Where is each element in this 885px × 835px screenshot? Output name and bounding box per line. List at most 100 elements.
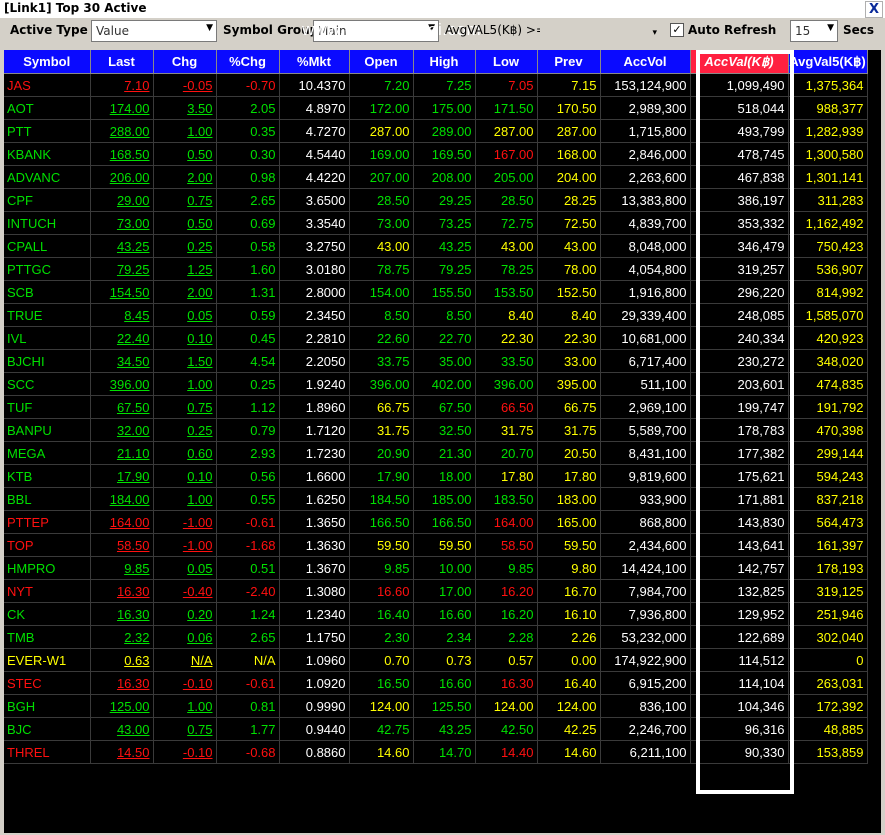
table-row[interactable]: INTUCH 73.00 0.50 0.69 3.3540 73.00 73.25 72.75… (4, 211, 868, 235)
last-cell[interactable]: 43.00 (90, 717, 154, 741)
last-cell[interactable]: 34.50 (90, 349, 154, 373)
last-cell[interactable]: 22.40 (90, 326, 154, 350)
table-row[interactable]: BGH 125.00 1.00 0.81 0.9990 124.00 125.50 124.0… (4, 694, 868, 718)
col-header-symbol[interactable]: Symbol (4, 50, 91, 74)
last-cell[interactable]: 154.50 (90, 280, 154, 304)
table-row[interactable]: EVER-W1 0.63 N/A N/A 1.0960 0.70 0.73 0.57 0.00 1… (4, 648, 868, 672)
last-cell[interactable]: 17.90 (90, 464, 154, 488)
table-row[interactable]: ADVANC 206.00 2.00 0.98 4.4220 207.00 208.00 20… (4, 165, 868, 189)
chg-cell[interactable]: 3.50 (153, 96, 217, 120)
col-header-pct-mkt[interactable]: %Mkt (279, 50, 350, 74)
table-row[interactable]: BJC 43.00 0.75 1.77 0.9440 42.75 43.25 42.50 42.… (4, 717, 868, 741)
table-row[interactable]: IVL 22.40 0.10 0.45 2.2810 22.60 22.70 22.30 22.… (4, 326, 868, 350)
table-row[interactable]: HMPRO 9.85 0.05 0.51 1.3670 9.85 10.00 9.85 9.80… (4, 556, 868, 580)
last-cell[interactable]: 73.00 (90, 211, 154, 235)
chg-cell[interactable]: 0.75 (153, 717, 217, 741)
table-row[interactable]: JAS 7.10 -0.05 -0.70 10.4370 7.20 7.25 7.05 7.15… (4, 73, 868, 97)
table-row[interactable]: KTB 17.90 0.10 0.56 1.6600 17.90 18.00 17.80 17.… (4, 464, 868, 488)
table-row[interactable]: KBANK 168.50 0.50 0.30 4.5440 169.00 169.50 167… (4, 142, 868, 166)
table-row[interactable]: CK 16.30 0.20 1.24 1.2340 16.40 16.60 16.20 16.1… (4, 602, 868, 626)
col-header-last[interactable]: Last (90, 50, 154, 74)
chg-cell[interactable]: -0.10 (153, 740, 217, 764)
chg-cell[interactable]: 0.10 (153, 326, 217, 350)
chg-cell[interactable]: 0.25 (153, 234, 217, 258)
chg-cell[interactable]: 0.05 (153, 556, 217, 580)
chg-cell[interactable]: -0.40 (153, 579, 217, 603)
table-row[interactable]: MEGA 21.10 0.60 2.93 1.7230 20.90 21.30 20.70 20… (4, 441, 868, 465)
table-row[interactable]: THREL 14.50 -0.10 -0.68 0.8860 14.60 14.70 14.4… (4, 740, 868, 764)
close-button[interactable]: X (865, 1, 883, 18)
col-header-accval-sorted[interactable]: AccVal(K฿) (690, 50, 789, 74)
last-cell[interactable]: 7.10 (90, 73, 154, 97)
avgval-filter-input[interactable]: ▾ (540, 20, 660, 40)
chg-cell[interactable]: 1.50 (153, 349, 217, 373)
chg-cell[interactable]: 0.50 (153, 142, 217, 166)
last-cell[interactable]: 29.00 (90, 188, 154, 212)
chg-cell[interactable]: 0.50 (153, 211, 217, 235)
last-cell[interactable]: 16.30 (90, 602, 154, 626)
chg-cell[interactable]: 0.60 (153, 441, 217, 465)
table-row[interactable]: CPALL 43.25 0.25 0.58 3.2750 43.00 43.25 43.00 4… (4, 234, 868, 258)
table-row[interactable]: CPF 29.00 0.75 2.65 3.6500 28.50 29.25 28.50 28.… (4, 188, 868, 212)
table-row[interactable]: TMB 2.32 0.06 2.65 1.1750 2.30 2.34 2.28 2.26 53,… (4, 625, 868, 649)
chg-cell[interactable]: 0.05 (153, 303, 217, 327)
last-cell[interactable]: 0.63 (90, 648, 154, 672)
table-row[interactable]: BANPU 32.00 0.25 0.79 1.7120 31.75 32.50 31.75 3… (4, 418, 868, 442)
chg-cell[interactable]: 2.00 (153, 280, 217, 304)
table-row[interactable]: PTT 288.00 1.00 0.35 4.7270 287.00 289.00 287.0… (4, 119, 868, 143)
refresh-interval-select[interactable]: 15 ▼ (790, 20, 838, 42)
table-row[interactable]: SCC 396.00 1.00 0.25 1.9240 396.00 402.00 396.0… (4, 372, 868, 396)
col-header-chg[interactable]: Chg (153, 50, 217, 74)
last-cell[interactable]: 43.25 (90, 234, 154, 258)
chg-cell[interactable]: 1.25 (153, 257, 217, 281)
col-header-accvol[interactable]: AccVol (600, 50, 691, 74)
table-row[interactable]: PTTEP 164.00 -1.00 -0.61 1.3650 166.50 166.50 1… (4, 510, 868, 534)
active-type-select[interactable]: Value ▼ (91, 20, 217, 42)
last-cell[interactable]: 21.10 (90, 441, 154, 465)
table-row[interactable]: PTTGC 79.25 1.25 1.60 3.0180 78.75 79.25 78.25 7… (4, 257, 868, 281)
chg-cell[interactable]: 2.00 (153, 165, 217, 189)
table-row[interactable]: TOP 58.50 -1.00 -1.68 1.3630 59.50 59.50 58.50 5… (4, 533, 868, 557)
col-header-pct-chg[interactable]: %Chg (216, 50, 280, 74)
last-cell[interactable]: 58.50 (90, 533, 154, 557)
chg-cell[interactable]: 1.00 (153, 487, 217, 511)
last-cell[interactable]: 396.00 (90, 372, 154, 396)
col-header-low[interactable]: Low (475, 50, 538, 74)
last-cell[interactable]: 184.00 (90, 487, 154, 511)
col-header-prev[interactable]: Prev (537, 50, 601, 74)
chg-cell[interactable]: 0.06 (153, 625, 217, 649)
chg-cell[interactable]: -0.05 (153, 73, 217, 97)
table-row[interactable]: TUF 67.50 0.75 1.12 1.8960 66.75 67.50 66.50 66.… (4, 395, 868, 419)
table-row[interactable]: STEC 16.30 -0.10 -0.61 1.0920 16.50 16.60 16.30… (4, 671, 868, 695)
last-cell[interactable]: 174.00 (90, 96, 154, 120)
last-cell[interactable]: 16.30 (90, 671, 154, 695)
last-cell[interactable]: 9.85 (90, 556, 154, 580)
table-row[interactable]: SCB 154.50 2.00 1.31 2.8000 154.00 155.50 153.5… (4, 280, 868, 304)
last-cell[interactable]: 125.00 (90, 694, 154, 718)
chg-cell[interactable]: 0.75 (153, 188, 217, 212)
chg-cell[interactable]: 1.00 (153, 119, 217, 143)
chg-cell[interactable]: 0.10 (153, 464, 217, 488)
col-header-high[interactable]: High (413, 50, 476, 74)
last-cell[interactable]: 67.50 (90, 395, 154, 419)
last-cell[interactable]: 288.00 (90, 119, 154, 143)
chg-cell[interactable]: 1.00 (153, 694, 217, 718)
chg-cell[interactable]: 0.20 (153, 602, 217, 626)
table-row[interactable]: TRUE 8.45 0.05 0.59 2.3450 8.50 8.50 8.40 8.40 29… (4, 303, 868, 327)
auto-refresh-checkbox[interactable]: ✓ (670, 23, 684, 37)
table-row[interactable]: AOT 174.00 3.50 2.05 4.8970 172.00 175.00 171.5… (4, 96, 868, 120)
col-header-avgval5[interactable]: AvgVal5(K฿) (788, 50, 868, 74)
table-row[interactable]: BJCHI 34.50 1.50 4.54 2.2050 33.75 35.00 33.50 3… (4, 349, 868, 373)
last-cell[interactable]: 8.45 (90, 303, 154, 327)
chg-cell[interactable]: -1.00 (153, 510, 217, 534)
chg-cell[interactable]: -1.00 (153, 533, 217, 557)
chg-cell[interactable]: -0.10 (153, 671, 217, 695)
last-cell[interactable]: 206.00 (90, 165, 154, 189)
col-header-open[interactable]: Open (349, 50, 414, 74)
last-cell[interactable]: 14.50 (90, 740, 154, 764)
last-cell[interactable]: 2.32 (90, 625, 154, 649)
table-row[interactable]: BBL 184.00 1.00 0.55 1.6250 184.50 185.00 183.5… (4, 487, 868, 511)
last-cell[interactable]: 79.25 (90, 257, 154, 281)
last-cell[interactable]: 32.00 (90, 418, 154, 442)
last-cell[interactable]: 16.30 (90, 579, 154, 603)
